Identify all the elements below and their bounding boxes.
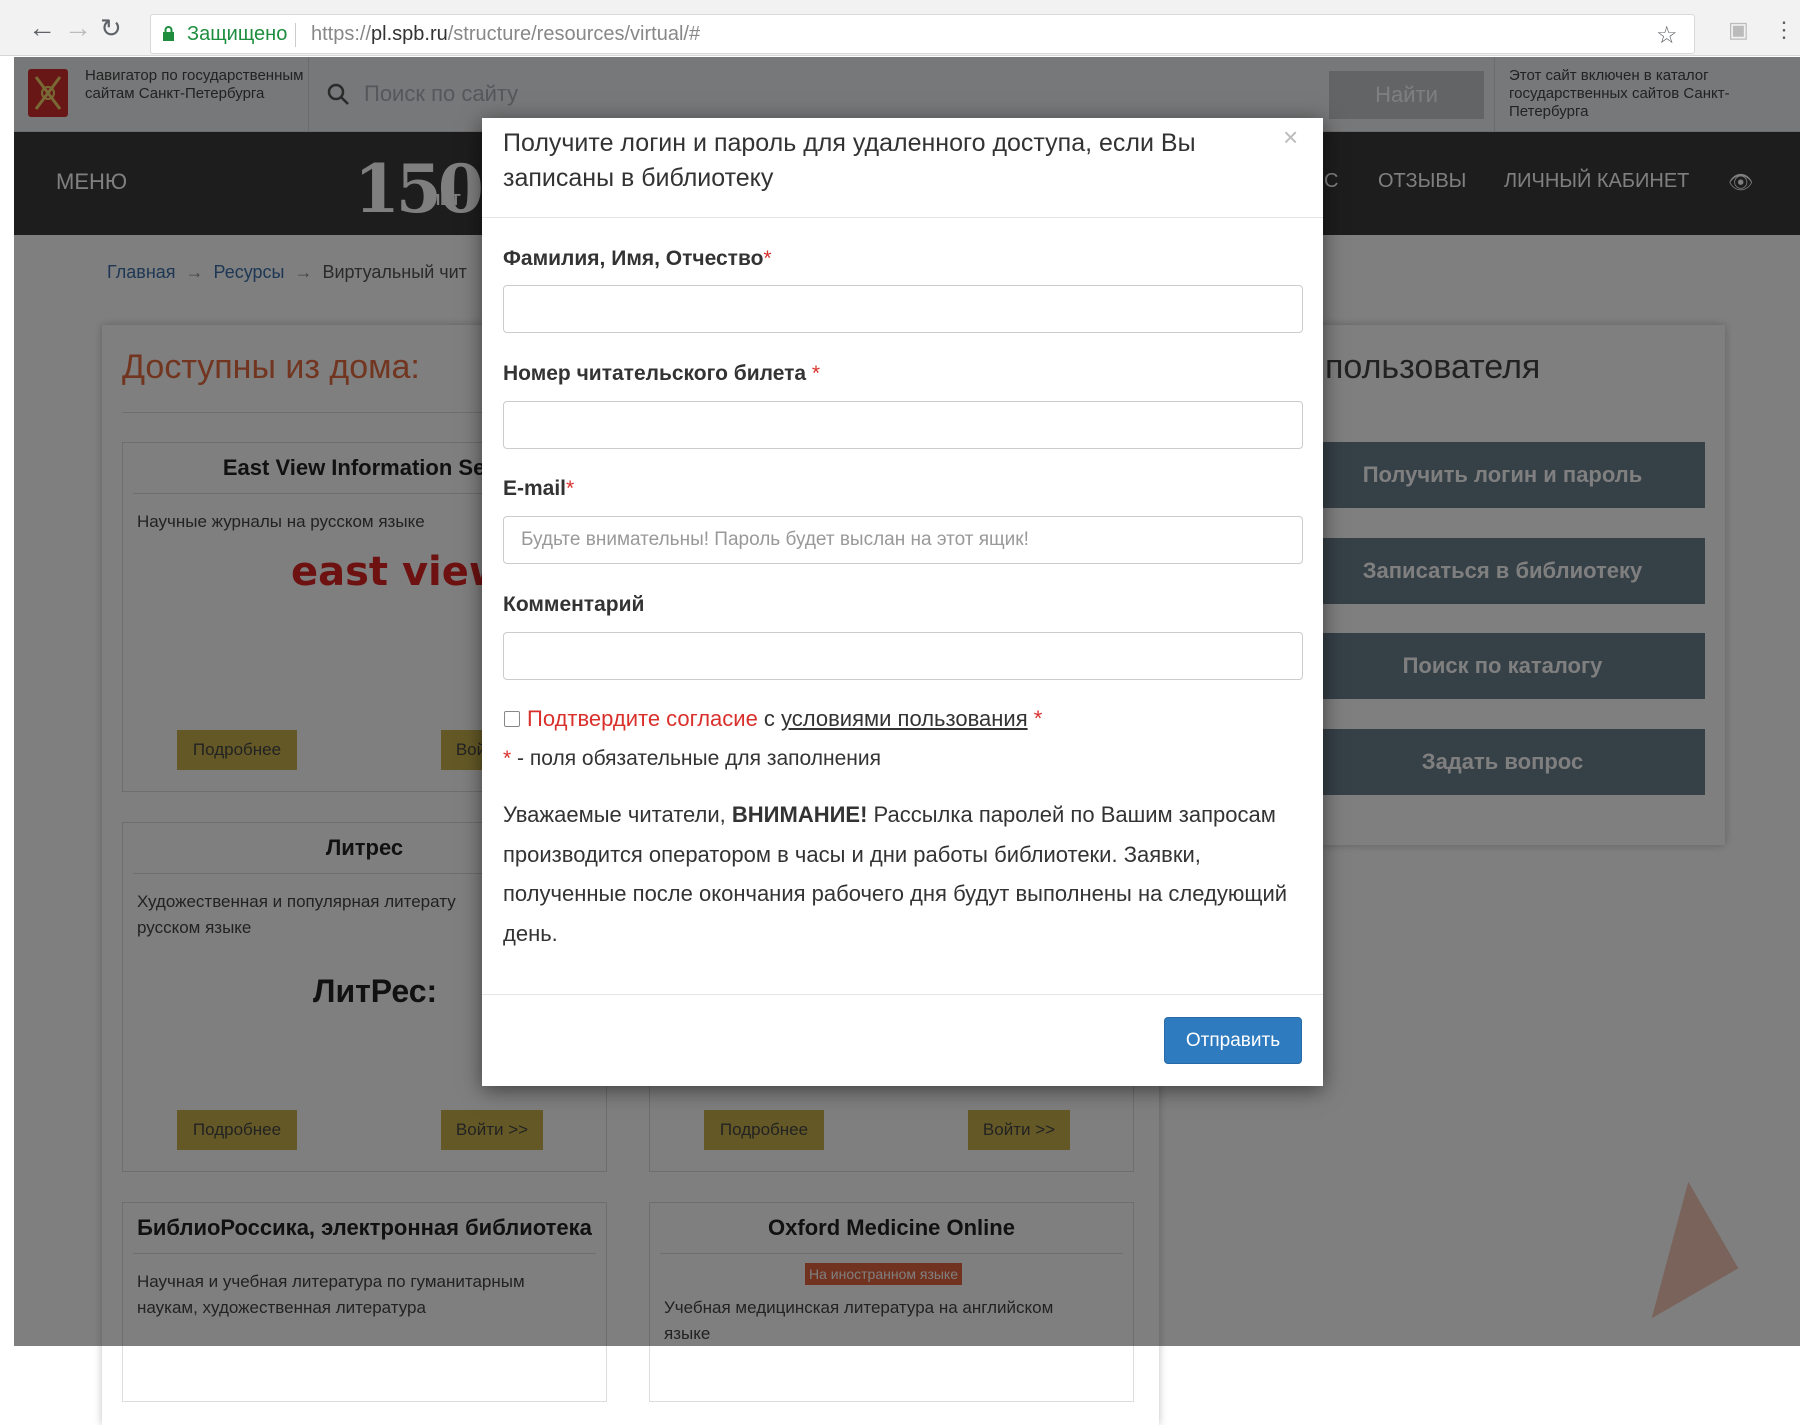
url-host: pl.spb.ru — [371, 23, 448, 45]
consent-prompt: Подтвердите согласие — [527, 706, 758, 731]
required-note-text: - поля обязательные для заполнения — [511, 747, 881, 770]
required-mark: * — [566, 477, 575, 500]
lock-icon — [163, 26, 174, 41]
consent-connector: с — [757, 706, 782, 731]
attention-notice: Уважаемые читатели, ВНИМАНИЕ! Рассылка п… — [503, 795, 1293, 953]
comment-label: Комментарий — [503, 593, 645, 616]
secure-label: Защищено — [187, 23, 288, 45]
comment-field[interactable] — [503, 632, 1303, 680]
submit-button[interactable]: Отправить — [1164, 1017, 1302, 1064]
address-bar[interactable]: Защищено https://pl.spb.ru/structure/res… — [150, 14, 1695, 54]
consent-text: Подтвердите согласие с условиями пользов… — [527, 706, 1042, 732]
email-label: E-mail* — [503, 477, 574, 501]
divider — [482, 217, 1323, 218]
url-path: /structure/resources/virtual/# — [447, 23, 701, 45]
url-scheme: https:// — [311, 23, 372, 45]
required-mark: * — [1033, 706, 1043, 731]
reload-icon[interactable]: ↻ — [100, 14, 122, 42]
required-mark: * — [503, 747, 512, 770]
fio-label: Фамилия, Имя, Отчество* — [503, 247, 772, 271]
consent-checkbox[interactable] — [504, 711, 520, 727]
back-icon[interactable]: ← — [28, 14, 56, 42]
email-label-text: E-mail — [503, 477, 567, 500]
ticket-label-text: Номер читательского билета — [503, 362, 812, 385]
url-text: https://pl.spb.ru/structure/resources/vi… — [311, 23, 700, 46]
ticket-label: Номер читательского билета * — [503, 362, 820, 386]
more-menu-icon[interactable]: ⋮ — [1773, 17, 1795, 43]
ticket-number-field[interactable] — [503, 401, 1303, 449]
address-divider — [295, 23, 296, 47]
divider — [482, 994, 1323, 995]
required-mark: * — [763, 247, 772, 270]
browser-toolbar: ← → ↻ Защищено https://pl.spb.ru/structu… — [0, 0, 1800, 56]
forward-icon[interactable]: → — [64, 14, 92, 42]
notice-start: Уважаемые читатели, — [503, 802, 732, 827]
extension-icon[interactable]: ▣ — [1728, 17, 1749, 43]
modal-title: Получите логин и пароль для удаленного д… — [503, 129, 1196, 192]
close-icon[interactable]: × — [1283, 122, 1298, 153]
required-mark: * — [811, 362, 821, 385]
email-field[interactable] — [503, 516, 1303, 564]
fio-label-text: Фамилия, Имя, Отчество — [503, 247, 764, 270]
required-note: * - поля обязательные для заполнения — [503, 747, 881, 771]
terms-link[interactable]: условиями пользования — [781, 706, 1028, 731]
fio-field[interactable] — [503, 285, 1303, 333]
star-icon[interactable]: ☆ — [1656, 21, 1678, 50]
notice-attention: ВНИМАНИЕ! — [731, 802, 868, 827]
